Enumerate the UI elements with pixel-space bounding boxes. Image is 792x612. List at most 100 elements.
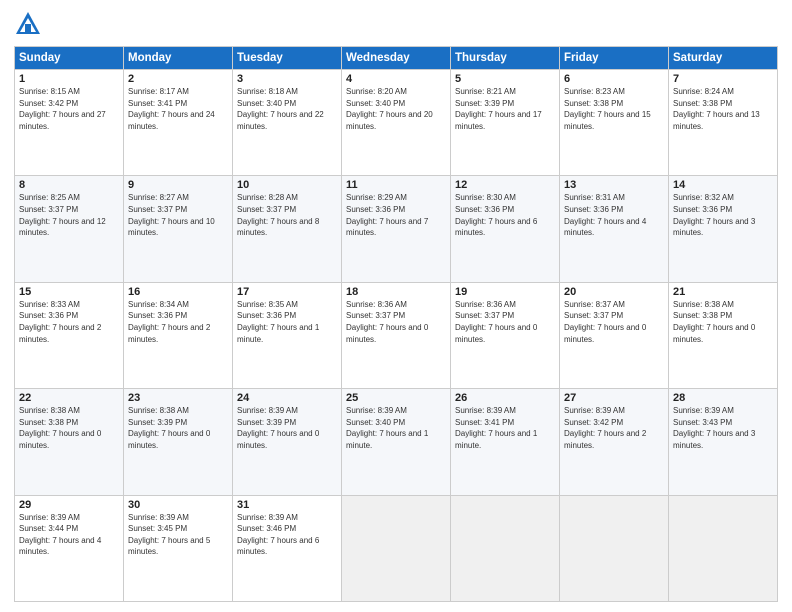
day-number: 23 <box>128 392 228 404</box>
calendar-cell: 26Sunrise: 8:39 AMSunset: 3:41 PMDayligh… <box>451 389 560 495</box>
calendar-week-row: 22Sunrise: 8:38 AMSunset: 3:38 PMDayligh… <box>15 389 778 495</box>
day-number: 29 <box>19 499 119 511</box>
day-info: Sunrise: 8:27 AMSunset: 3:37 PMDaylight:… <box>128 192 228 238</box>
day-info: Sunrise: 8:38 AMSunset: 3:38 PMDaylight:… <box>19 405 119 451</box>
day-number: 5 <box>455 73 555 85</box>
day-info: Sunrise: 8:36 AMSunset: 3:37 PMDaylight:… <box>455 299 555 345</box>
day-number: 13 <box>564 179 664 191</box>
calendar-cell: 14Sunrise: 8:32 AMSunset: 3:36 PMDayligh… <box>669 176 778 282</box>
logo-icon <box>14 10 42 38</box>
day-info: Sunrise: 8:21 AMSunset: 3:39 PMDaylight:… <box>455 86 555 132</box>
page: SundayMondayTuesdayWednesdayThursdayFrid… <box>0 0 792 612</box>
day-info: Sunrise: 8:38 AMSunset: 3:39 PMDaylight:… <box>128 405 228 451</box>
calendar-cell: 11Sunrise: 8:29 AMSunset: 3:36 PMDayligh… <box>342 176 451 282</box>
day-number: 4 <box>346 73 446 85</box>
calendar-cell: 31Sunrise: 8:39 AMSunset: 3:46 PMDayligh… <box>233 495 342 601</box>
calendar-cell: 16Sunrise: 8:34 AMSunset: 3:36 PMDayligh… <box>124 282 233 388</box>
logo <box>14 10 46 38</box>
calendar-week-row: 29Sunrise: 8:39 AMSunset: 3:44 PMDayligh… <box>15 495 778 601</box>
calendar-cell: 8Sunrise: 8:25 AMSunset: 3:37 PMDaylight… <box>15 176 124 282</box>
calendar-cell: 23Sunrise: 8:38 AMSunset: 3:39 PMDayligh… <box>124 389 233 495</box>
day-info: Sunrise: 8:18 AMSunset: 3:40 PMDaylight:… <box>237 86 337 132</box>
calendar-day-header: Friday <box>560 47 669 70</box>
calendar-cell: 30Sunrise: 8:39 AMSunset: 3:45 PMDayligh… <box>124 495 233 601</box>
calendar-cell: 7Sunrise: 8:24 AMSunset: 3:38 PMDaylight… <box>669 70 778 176</box>
day-info: Sunrise: 8:28 AMSunset: 3:37 PMDaylight:… <box>237 192 337 238</box>
calendar-week-row: 8Sunrise: 8:25 AMSunset: 3:37 PMDaylight… <box>15 176 778 282</box>
calendar-cell: 18Sunrise: 8:36 AMSunset: 3:37 PMDayligh… <box>342 282 451 388</box>
calendar-table: SundayMondayTuesdayWednesdayThursdayFrid… <box>14 46 778 602</box>
day-number: 7 <box>673 73 773 85</box>
day-number: 17 <box>237 286 337 298</box>
day-info: Sunrise: 8:33 AMSunset: 3:36 PMDaylight:… <box>19 299 119 345</box>
day-info: Sunrise: 8:32 AMSunset: 3:36 PMDaylight:… <box>673 192 773 238</box>
calendar-cell: 27Sunrise: 8:39 AMSunset: 3:42 PMDayligh… <box>560 389 669 495</box>
day-info: Sunrise: 8:39 AMSunset: 3:40 PMDaylight:… <box>346 405 446 451</box>
day-info: Sunrise: 8:31 AMSunset: 3:36 PMDaylight:… <box>564 192 664 238</box>
day-info: Sunrise: 8:17 AMSunset: 3:41 PMDaylight:… <box>128 86 228 132</box>
day-info: Sunrise: 8:24 AMSunset: 3:38 PMDaylight:… <box>673 86 773 132</box>
day-number: 25 <box>346 392 446 404</box>
calendar-cell: 25Sunrise: 8:39 AMSunset: 3:40 PMDayligh… <box>342 389 451 495</box>
calendar-cell: 13Sunrise: 8:31 AMSunset: 3:36 PMDayligh… <box>560 176 669 282</box>
calendar-cell: 3Sunrise: 8:18 AMSunset: 3:40 PMDaylight… <box>233 70 342 176</box>
calendar-day-header: Tuesday <box>233 47 342 70</box>
calendar-week-row: 15Sunrise: 8:33 AMSunset: 3:36 PMDayligh… <box>15 282 778 388</box>
day-number: 14 <box>673 179 773 191</box>
calendar-cell: 19Sunrise: 8:36 AMSunset: 3:37 PMDayligh… <box>451 282 560 388</box>
day-info: Sunrise: 8:23 AMSunset: 3:38 PMDaylight:… <box>564 86 664 132</box>
day-number: 6 <box>564 73 664 85</box>
day-number: 12 <box>455 179 555 191</box>
day-number: 22 <box>19 392 119 404</box>
day-info: Sunrise: 8:15 AMSunset: 3:42 PMDaylight:… <box>19 86 119 132</box>
day-number: 20 <box>564 286 664 298</box>
calendar-cell: 6Sunrise: 8:23 AMSunset: 3:38 PMDaylight… <box>560 70 669 176</box>
day-number: 8 <box>19 179 119 191</box>
calendar-day-header: Sunday <box>15 47 124 70</box>
day-number: 1 <box>19 73 119 85</box>
day-number: 30 <box>128 499 228 511</box>
calendar-cell: 24Sunrise: 8:39 AMSunset: 3:39 PMDayligh… <box>233 389 342 495</box>
calendar-cell: 10Sunrise: 8:28 AMSunset: 3:37 PMDayligh… <box>233 176 342 282</box>
day-number: 19 <box>455 286 555 298</box>
calendar-cell: 28Sunrise: 8:39 AMSunset: 3:43 PMDayligh… <box>669 389 778 495</box>
day-info: Sunrise: 8:25 AMSunset: 3:37 PMDaylight:… <box>19 192 119 238</box>
calendar-day-header: Saturday <box>669 47 778 70</box>
calendar-day-header: Wednesday <box>342 47 451 70</box>
calendar-header-row: SundayMondayTuesdayWednesdayThursdayFrid… <box>15 47 778 70</box>
day-number: 27 <box>564 392 664 404</box>
day-info: Sunrise: 8:30 AMSunset: 3:36 PMDaylight:… <box>455 192 555 238</box>
calendar-cell: 21Sunrise: 8:38 AMSunset: 3:38 PMDayligh… <box>669 282 778 388</box>
day-info: Sunrise: 8:39 AMSunset: 3:39 PMDaylight:… <box>237 405 337 451</box>
calendar-cell: 17Sunrise: 8:35 AMSunset: 3:36 PMDayligh… <box>233 282 342 388</box>
calendar-cell: 5Sunrise: 8:21 AMSunset: 3:39 PMDaylight… <box>451 70 560 176</box>
day-info: Sunrise: 8:39 AMSunset: 3:41 PMDaylight:… <box>455 405 555 451</box>
day-info: Sunrise: 8:29 AMSunset: 3:36 PMDaylight:… <box>346 192 446 238</box>
day-info: Sunrise: 8:20 AMSunset: 3:40 PMDaylight:… <box>346 86 446 132</box>
day-info: Sunrise: 8:34 AMSunset: 3:36 PMDaylight:… <box>128 299 228 345</box>
calendar-cell: 22Sunrise: 8:38 AMSunset: 3:38 PMDayligh… <box>15 389 124 495</box>
day-info: Sunrise: 8:39 AMSunset: 3:42 PMDaylight:… <box>564 405 664 451</box>
day-info: Sunrise: 8:39 AMSunset: 3:46 PMDaylight:… <box>237 512 337 558</box>
day-number: 24 <box>237 392 337 404</box>
calendar-cell: 20Sunrise: 8:37 AMSunset: 3:37 PMDayligh… <box>560 282 669 388</box>
calendar-cell: 15Sunrise: 8:33 AMSunset: 3:36 PMDayligh… <box>15 282 124 388</box>
header <box>14 10 778 38</box>
calendar-cell <box>560 495 669 601</box>
calendar-cell: 29Sunrise: 8:39 AMSunset: 3:44 PMDayligh… <box>15 495 124 601</box>
calendar-week-row: 1Sunrise: 8:15 AMSunset: 3:42 PMDaylight… <box>15 70 778 176</box>
calendar-cell: 4Sunrise: 8:20 AMSunset: 3:40 PMDaylight… <box>342 70 451 176</box>
day-number: 28 <box>673 392 773 404</box>
day-info: Sunrise: 8:37 AMSunset: 3:37 PMDaylight:… <box>564 299 664 345</box>
calendar-cell: 2Sunrise: 8:17 AMSunset: 3:41 PMDaylight… <box>124 70 233 176</box>
calendar-cell <box>669 495 778 601</box>
day-number: 26 <box>455 392 555 404</box>
day-info: Sunrise: 8:39 AMSunset: 3:43 PMDaylight:… <box>673 405 773 451</box>
day-number: 16 <box>128 286 228 298</box>
day-number: 15 <box>19 286 119 298</box>
day-info: Sunrise: 8:35 AMSunset: 3:36 PMDaylight:… <box>237 299 337 345</box>
calendar-day-header: Thursday <box>451 47 560 70</box>
calendar-day-header: Monday <box>124 47 233 70</box>
day-info: Sunrise: 8:39 AMSunset: 3:45 PMDaylight:… <box>128 512 228 558</box>
day-number: 18 <box>346 286 446 298</box>
